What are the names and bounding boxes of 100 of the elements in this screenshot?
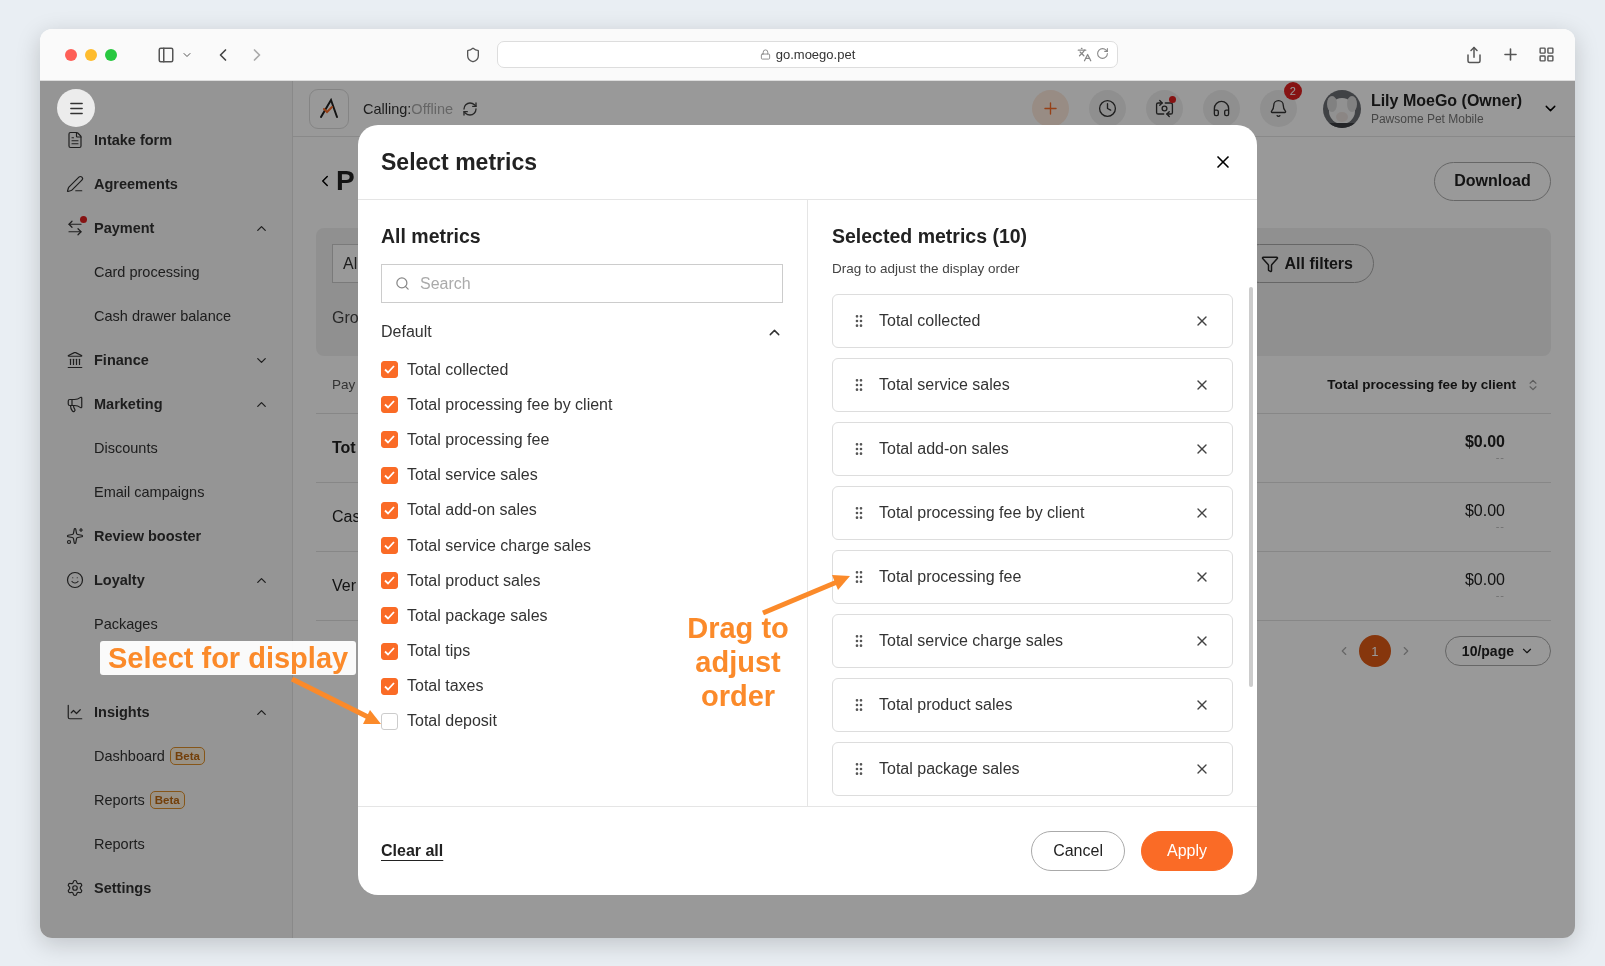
sidebar-item[interactable]: Settings	[40, 866, 292, 910]
search-icon	[395, 276, 410, 291]
apply-button[interactable]: Apply	[1140, 831, 1233, 871]
transfer-icon	[66, 219, 84, 237]
sidebar-subitem[interactable]: Card processing	[94, 264, 200, 280]
sidebar-subitem[interactable]: Discounts	[94, 440, 158, 456]
selected-metric-card[interactable]: Total collected	[832, 294, 1233, 348]
checkbox[interactable]	[381, 712, 398, 730]
sidebar-item[interactable]: Review booster	[40, 514, 292, 558]
selected-metric-card[interactable]: Total processing fee	[832, 550, 1233, 604]
new-tab-icon[interactable]	[1501, 45, 1520, 64]
check-icon	[384, 681, 395, 691]
table-cell: $0.00	[1464, 502, 1505, 520]
metric-label: Total service charge sales	[407, 536, 592, 555]
sidebar-subitem[interactable]: Reports	[94, 792, 145, 808]
add-button[interactable]	[1031, 90, 1069, 127]
checkbox[interactable]	[381, 501, 398, 519]
clear-all-link[interactable]: Clear all	[381, 842, 444, 860]
metric-label: Total add-on sales	[407, 501, 537, 520]
checkbox[interactable]	[381, 607, 398, 625]
table-cell: --	[1495, 451, 1505, 463]
tabs-overview-icon[interactable]	[1538, 46, 1555, 63]
close-window-button[interactable]	[65, 48, 77, 61]
check-icon	[384, 435, 395, 445]
sidebar-item[interactable]: Intake form	[40, 118, 292, 162]
checkbox[interactable]	[381, 642, 398, 660]
sidebar-subitem[interactable]: Dashboard	[94, 748, 165, 764]
sidebar-item[interactable]: Payment	[40, 206, 292, 250]
search-field[interactable]: Search	[381, 264, 783, 303]
sidebar-subitem[interactable]: Reports	[94, 836, 145, 852]
bank-icon	[66, 351, 84, 369]
sidebar-subitem[interactable]: Packages	[94, 616, 158, 632]
selected-metric-card[interactable]: Total product sales	[832, 678, 1233, 732]
address-bar[interactable]: go.moego.pet	[497, 41, 1118, 68]
group-label: Gro	[332, 309, 359, 327]
menu-button[interactable]	[57, 89, 95, 127]
checkbox[interactable]	[381, 537, 398, 555]
translate-icon[interactable]	[1077, 47, 1092, 62]
checkbox[interactable]	[381, 396, 398, 414]
table-cell: --	[1495, 589, 1505, 601]
page-title: P	[336, 165, 355, 197]
smile-icon	[66, 571, 84, 589]
metric-label: Total deposit	[407, 712, 497, 731]
download-button[interactable]: Download	[1434, 161, 1551, 201]
checkbox[interactable]	[381, 431, 398, 449]
selected-metric-card[interactable]: Total add-on sales	[832, 422, 1233, 476]
section-title: All metrics	[381, 225, 482, 248]
page-button[interactable]: 1	[1358, 635, 1391, 667]
checkbox[interactable]	[381, 677, 398, 695]
group-header[interactable]: Default	[381, 323, 432, 341]
sidebar-item[interactable]: Insights	[40, 690, 292, 734]
column-header[interactable]: Total processing fee by client	[1327, 377, 1540, 392]
sidebar-item[interactable]: Finance	[40, 338, 292, 382]
check-icon	[384, 365, 395, 375]
check-icon	[384, 646, 395, 656]
selected-metric-card[interactable]: Total service sales	[832, 358, 1233, 412]
share-icon[interactable]	[1465, 45, 1483, 64]
checkbox[interactable]	[381, 466, 398, 484]
sidebar-item[interactable]: Loyalty	[40, 558, 292, 602]
section-title: Selected metrics (10)	[832, 225, 1029, 248]
megaphone-icon	[66, 395, 84, 413]
camera-button[interactable]	[1145, 90, 1183, 127]
support-button[interactable]	[1202, 90, 1240, 127]
scrollbar[interactable]	[1249, 287, 1253, 687]
clock-button[interactable]	[1088, 90, 1126, 127]
sidebar-toggle-icon[interactable]	[157, 45, 175, 64]
table-cell: $0.00	[1464, 571, 1505, 589]
column-header: Pay	[332, 377, 356, 392]
lock-icon	[759, 49, 771, 60]
cancel-button[interactable]: Cancel	[1031, 831, 1125, 871]
table-cell: $0.00	[1464, 433, 1505, 451]
sidebar-item[interactable]: Agreements	[40, 162, 292, 206]
logo-button[interactable]	[309, 88, 349, 129]
refresh-icon[interactable]	[462, 100, 478, 117]
dialog-title: Select metrics	[381, 148, 537, 176]
hint-text: Drag to adjust the display order	[832, 261, 1021, 276]
check-icon	[384, 611, 395, 621]
logo-icon	[317, 96, 341, 121]
check-icon	[384, 541, 395, 551]
metric-label: Total collected	[407, 360, 509, 379]
headset-icon	[1211, 99, 1231, 118]
camera-icon	[1154, 99, 1174, 118]
sidebar-subitem[interactable]: Cash drawer balance	[94, 308, 232, 324]
shield-icon[interactable]	[465, 46, 481, 63]
filter-icon	[1260, 254, 1279, 273]
sidebar-item[interactable]: Marketing	[40, 382, 292, 426]
selected-metric-card[interactable]: Total processing fee by client	[832, 486, 1233, 540]
stars-icon	[66, 527, 84, 545]
metric-label: Total service sales	[407, 466, 538, 485]
page-size-select[interactable]: 10/page	[1444, 636, 1551, 666]
checkbox[interactable]	[381, 361, 398, 379]
alert-dot	[80, 216, 87, 223]
business-name: Pawsome Pet Mobile	[1370, 111, 1485, 126]
notification-badge: 2	[1283, 82, 1302, 100]
selected-metric-card[interactable]: Total service charge sales	[832, 614, 1233, 668]
checkbox[interactable]	[381, 572, 398, 590]
reload-icon[interactable]	[1096, 47, 1109, 60]
document-icon	[66, 131, 84, 149]
selected-metric-card[interactable]: Total package sales	[832, 742, 1233, 796]
sidebar-subitem[interactable]: Email campaigns	[94, 484, 205, 500]
